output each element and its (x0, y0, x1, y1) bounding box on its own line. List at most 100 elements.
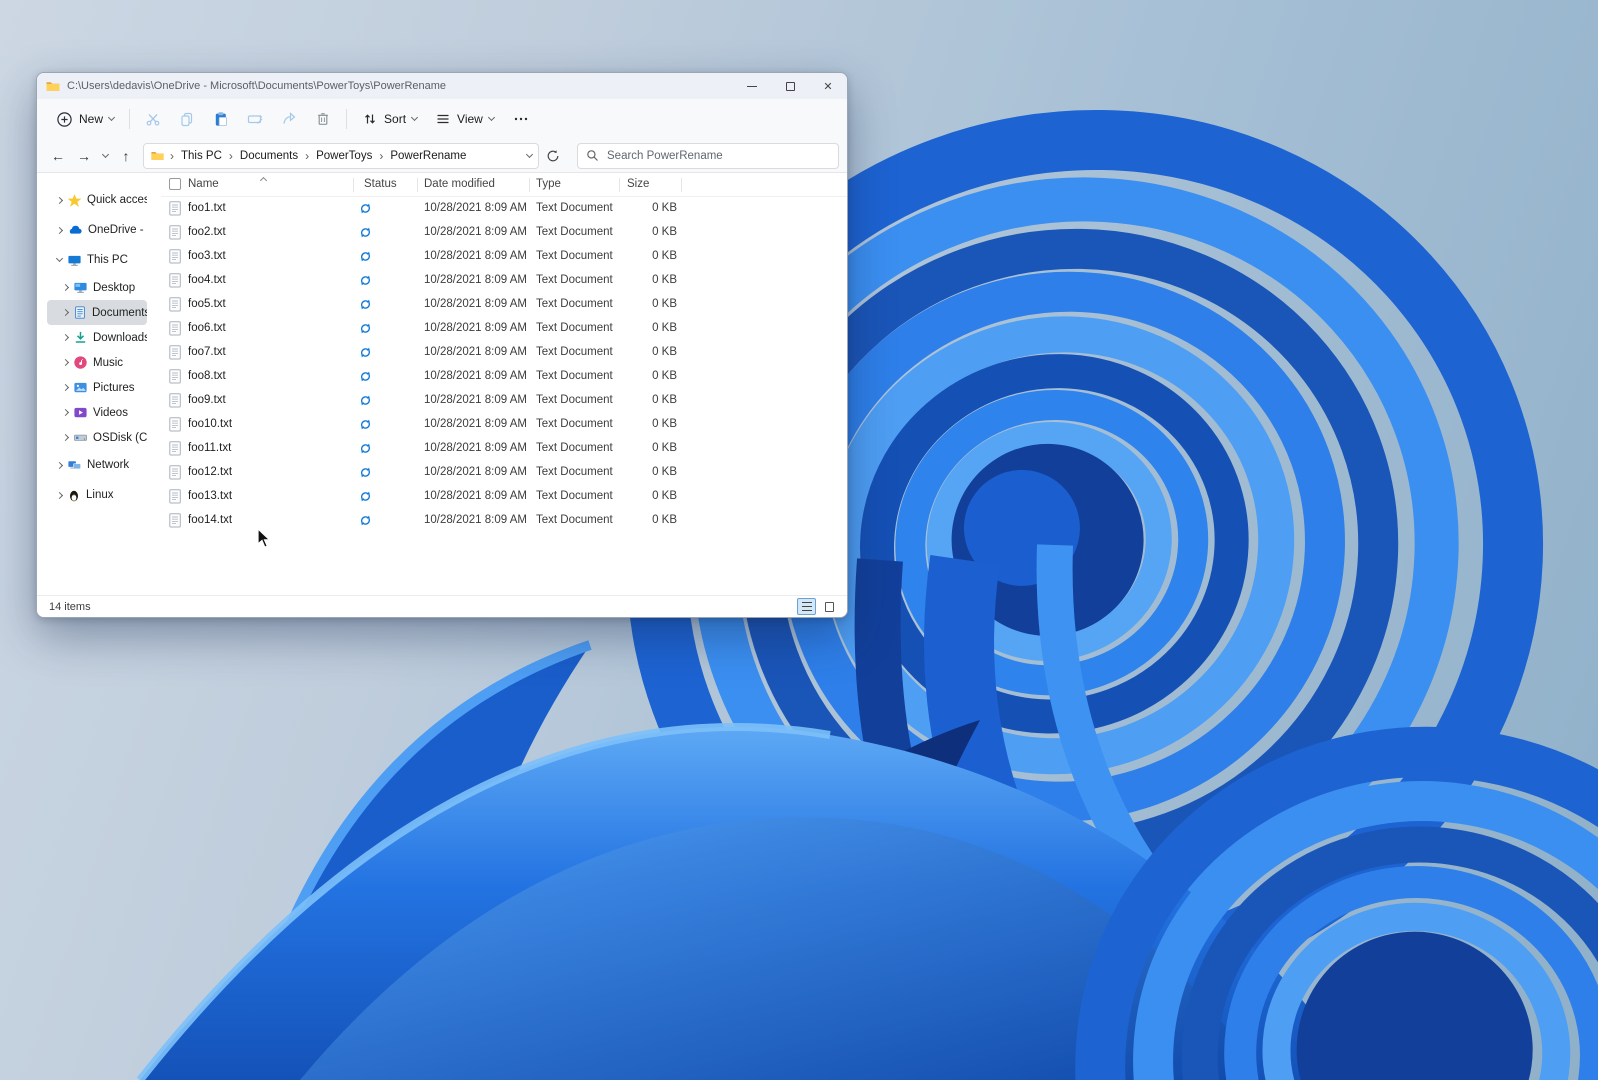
column-header-status[interactable]: Status (364, 178, 397, 190)
file-row[interactable]: foo7.txt 10/28/2021 8:09 AM Text Documen… (161, 341, 847, 365)
address-dropdown-icon[interactable] (525, 150, 534, 158)
sync-status-icon (361, 419, 370, 430)
sidebar-item-documents[interactable]: Documents (47, 300, 147, 325)
sidebar-item-network[interactable]: Network (47, 450, 147, 480)
back-button[interactable]: ← (45, 143, 71, 169)
breadcrumb-separator: › (305, 148, 310, 163)
title-bar[interactable]: C:\Users\dedavis\OneDrive - Microsoft\Do… (37, 73, 847, 99)
sidebar-item-videos[interactable]: Videos (47, 400, 147, 425)
text-file-icon (169, 369, 181, 384)
file-row[interactable]: foo10.txt 10/28/2021 8:09 AM Text Docume… (161, 413, 847, 437)
refresh-button[interactable] (542, 143, 564, 169)
sync-status-icon (361, 299, 370, 310)
sidebar-item-pictures[interactable]: Pictures (47, 375, 147, 400)
file-row[interactable]: foo5.txt 10/28/2021 8:09 AM Text Documen… (161, 293, 847, 317)
text-file-icon (169, 249, 181, 264)
file-size: 0 KB (652, 202, 677, 214)
file-date-modified: 10/28/2021 8:09 AM (424, 442, 527, 454)
up-button[interactable]: ↑ (113, 143, 139, 169)
refresh-icon (547, 149, 559, 161)
sidebar-item-osdisk[interactable]: OSDisk (C:) (47, 425, 147, 450)
column-divider[interactable] (681, 178, 682, 192)
column-divider[interactable] (353, 178, 354, 192)
toolbar-divider (129, 109, 131, 129)
details-view-toggle[interactable] (797, 598, 816, 615)
select-all-checkbox[interactable] (169, 178, 181, 190)
file-row[interactable]: foo6.txt 10/28/2021 8:09 AM Text Documen… (161, 317, 847, 341)
file-row[interactable]: foo4.txt 10/28/2021 8:09 AM Text Documen… (161, 269, 847, 293)
breadcrumb-this-pc[interactable]: This PC (179, 148, 224, 164)
see-more-button[interactable] (503, 105, 539, 133)
rename-button[interactable] (238, 104, 272, 134)
file-size: 0 KB (652, 274, 677, 286)
sidebar-item-linux[interactable]: Linux (47, 480, 147, 510)
delete-button[interactable] (306, 104, 340, 134)
cut-button[interactable] (136, 104, 170, 134)
text-file-icon (169, 345, 181, 360)
file-name: foo1.txt (188, 202, 226, 214)
file-date-modified: 10/28/2021 8:09 AM (424, 226, 527, 238)
minimize-button[interactable] (733, 73, 771, 99)
drive-icon (74, 434, 87, 441)
sync-status-icon (361, 467, 370, 478)
copy-button[interactable] (170, 104, 204, 134)
column-header-date[interactable]: Date modified (424, 178, 495, 190)
column-divider[interactable] (417, 178, 418, 192)
share-button[interactable] (272, 104, 306, 134)
column-header-type[interactable]: Type (536, 178, 561, 190)
sidebar-item-music[interactable]: Music (47, 350, 147, 375)
breadcrumb-powertoys[interactable]: PowerToys (314, 148, 374, 164)
sidebar-item-desktop[interactable]: Desktop (47, 275, 147, 300)
file-row[interactable]: foo8.txt 10/28/2021 8:09 AM Text Documen… (161, 365, 847, 389)
file-name: foo10.txt (188, 418, 233, 430)
sync-status-icon (361, 515, 370, 526)
new-button[interactable]: New (47, 105, 123, 134)
view-button[interactable]: View (426, 105, 503, 133)
document-icon (75, 306, 85, 319)
chevron-down-icon (55, 254, 64, 263)
maximize-button[interactable] (771, 73, 809, 99)
file-row[interactable]: foo9.txt 10/28/2021 8:09 AM Text Documen… (161, 389, 847, 413)
file-row[interactable]: foo12.txt 10/28/2021 8:09 AM Text Docume… (161, 461, 847, 485)
file-row[interactable]: foo3.txt 10/28/2021 8:09 AM Text Documen… (161, 245, 847, 269)
text-file-icon (169, 201, 181, 216)
recent-locations-button[interactable] (97, 143, 113, 169)
breadcrumb[interactable]: › This PC › Documents › PowerToys › Powe… (143, 142, 539, 169)
file-row[interactable]: foo11.txt 10/28/2021 8:09 AM Text Docume… (161, 437, 847, 461)
sidebar-item-this-pc[interactable]: This PC (47, 245, 147, 275)
file-size: 0 KB (652, 346, 677, 358)
paste-button[interactable] (204, 104, 238, 134)
file-date-modified: 10/28/2021 8:09 AM (424, 322, 527, 334)
sidebar-item-downloads[interactable]: Downloads (47, 325, 147, 350)
search-box[interactable] (577, 142, 839, 169)
file-row[interactable]: foo2.txt 10/28/2021 8:09 AM Text Documen… (161, 221, 847, 245)
sync-status-icon (361, 251, 370, 262)
close-button[interactable]: ✕ (809, 73, 847, 99)
search-input[interactable] (605, 148, 830, 163)
column-divider[interactable] (619, 178, 620, 192)
file-name: foo9.txt (188, 394, 226, 406)
forward-button[interactable]: → (71, 143, 97, 169)
sync-status-icon (361, 395, 370, 406)
file-row[interactable]: foo1.txt 10/28/2021 8:09 AM Text Documen… (161, 197, 847, 221)
breadcrumb-powerrename[interactable]: PowerRename (388, 148, 468, 164)
file-name: foo12.txt (188, 466, 233, 478)
sidebar-item-onedrive[interactable]: OneDrive - Micro (47, 215, 147, 245)
column-divider[interactable] (529, 178, 530, 192)
sidebar-item-label: Music (93, 356, 124, 369)
chevron-down-icon (101, 150, 109, 158)
column-header-name[interactable]: Name (188, 178, 219, 190)
breadcrumb-documents[interactable]: Documents (238, 148, 300, 164)
file-date-modified: 10/28/2021 8:09 AM (424, 346, 527, 358)
sort-button[interactable]: Sort (353, 105, 426, 133)
file-row[interactable]: foo13.txt 10/28/2021 8:09 AM Text Docume… (161, 485, 847, 509)
sidebar-item-label: Documents (92, 306, 147, 319)
file-date-modified: 10/28/2021 8:09 AM (424, 394, 527, 406)
sidebar-item-quick-access[interactable]: Quick access (47, 185, 147, 215)
share-icon (283, 112, 296, 124)
folder-icon (46, 82, 60, 91)
thumbnail-view-toggle[interactable] (820, 598, 839, 615)
column-header-size[interactable]: Size (627, 178, 649, 190)
file-date-modified: 10/28/2021 8:09 AM (424, 418, 527, 430)
file-name: foo6.txt (188, 322, 226, 334)
